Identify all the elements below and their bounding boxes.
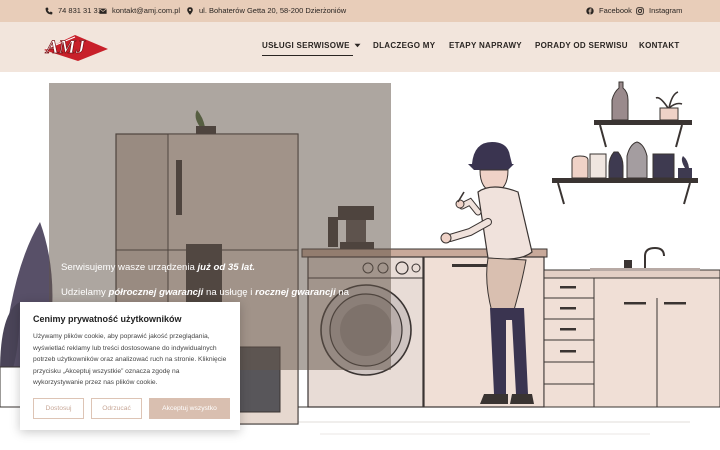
hero-tagline-years: Serwisujemy wasze urządzenia już od 35 l… — [61, 262, 255, 273]
site-header: AMJ USŁUGI SERWISOWE DLACZEGO MY ETAPY N… — [0, 22, 720, 72]
nav-item-label: KONTAKT — [639, 41, 680, 50]
kitchen-cabinets-illustration — [423, 256, 720, 408]
tagline-highlight: już od 35 lat. — [197, 262, 256, 273]
top-contact-bar: 74 831 31 31 kontakt@amj.com.pl ul. Boha… — [0, 0, 720, 22]
map-pin-icon — [187, 6, 193, 15]
tagline-highlight: półrocznej gwarancji — [108, 287, 204, 298]
nav-item-kontakt[interactable]: KONTAKT — [639, 41, 680, 50]
active-nav-underline — [262, 55, 353, 56]
phone-text: 74 831 31 31 — [58, 6, 102, 15]
nav-item-etapy-naprawy[interactable]: ETAPY NAPRAWY — [449, 41, 522, 50]
faucet-illustration — [590, 246, 700, 271]
hero-tagline-warranty: Udzielamy półrocznej gwarancji na usługę… — [61, 287, 349, 298]
facebook-link[interactable]: Facebook — [586, 6, 632, 15]
customize-button[interactable]: Dostosuj — [33, 398, 84, 419]
nav-item-label: ETAPY NAPRAWY — [449, 41, 522, 50]
email-link[interactable]: kontakt@amj.com.pl — [99, 6, 180, 15]
nav-item-label: PORADY OD SERWISU — [535, 41, 628, 50]
tagline-text: Serwisujemy wasze urządzenia — [61, 262, 198, 273]
cookie-body-text: Używamy plików cookie, aby poprawić jako… — [33, 333, 227, 387]
caret-down-icon — [354, 43, 361, 48]
instagram-link[interactable]: Instagram — [636, 6, 682, 15]
tagline-text: na usługę i — [203, 287, 256, 298]
amj-logo[interactable]: AMJ — [38, 30, 112, 64]
nav-item-label: USŁUGI SERWISOWE — [262, 41, 350, 50]
cookie-buttons: Dostosuj Odrzucać Akceptuj wszystko — [33, 398, 230, 419]
instagram-text: Instagram — [649, 6, 683, 15]
nav-item-label: DLACZEGO MY — [373, 41, 436, 50]
tagline-text: Udzielamy — [61, 287, 109, 298]
nav-item-uslugi-serwisowe[interactable]: USŁUGI SERWISOWE — [262, 41, 361, 50]
email-text: kontakt@amj.com.pl — [112, 6, 181, 15]
phone-icon — [45, 7, 53, 14]
facebook-text: Facebook — [599, 6, 632, 15]
reject-button[interactable]: Odrzucać — [91, 398, 142, 419]
wall-shelves-illustration — [552, 81, 698, 205]
logo-text: AMJ — [45, 37, 86, 58]
facebook-icon — [586, 6, 594, 15]
tagline-highlight: rocznej gwarancji — [255, 287, 336, 298]
accept-all-button[interactable]: Akceptuj wszystko — [149, 398, 230, 419]
cookie-title: Cenimy prywatność użytkowników — [33, 314, 182, 324]
nav-item-porady-od-serwisu[interactable]: PORADY OD SERWISU — [535, 41, 628, 50]
address-text: ul. Bohaterów Getta 20, 58-200 Dzierżoni… — [199, 6, 347, 15]
envelope-icon — [99, 7, 107, 14]
tagline-text: na — [335, 287, 349, 298]
cookie-consent-dialog: Cenimy prywatność użytkowników Używamy p… — [20, 302, 240, 430]
phone-link[interactable]: 74 831 31 31 — [45, 6, 102, 15]
nav-item-dlaczego-my[interactable]: DLACZEGO MY — [373, 41, 435, 50]
instagram-icon — [636, 6, 644, 15]
address-link[interactable]: ul. Bohaterów Getta 20, 58-200 Dzierżoni… — [186, 6, 346, 15]
